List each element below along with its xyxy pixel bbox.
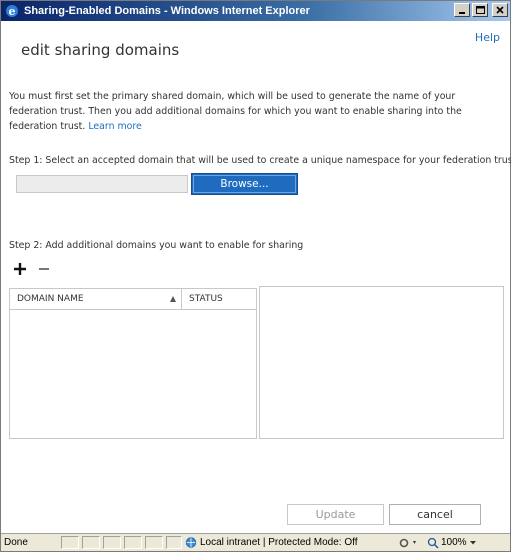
step1-label: Step 1: Select an accepted domain that w…	[9, 155, 511, 166]
gear-icon	[399, 538, 416, 547]
page-content: edit sharing domains Help You must first…	[1, 21, 511, 533]
zoom-icon	[427, 537, 439, 549]
status-bar: Done Local intranet | Protected Mode: Of…	[1, 533, 510, 551]
column-header-status[interactable]: STATUS	[182, 289, 256, 309]
window-title: Sharing-Enabled Domains - Windows Intern…	[24, 5, 310, 17]
maximize-icon[interactable]	[472, 3, 488, 17]
column-label-domain-name: DOMAIN NAME	[17, 294, 84, 304]
list-header: DOMAIN NAME STATUS	[10, 289, 256, 310]
svg-text:e: e	[9, 5, 16, 18]
minimize-icon[interactable]	[454, 3, 470, 17]
plus-icon[interactable]	[12, 261, 28, 277]
update-button[interactable]: Update	[287, 504, 384, 525]
column-header-domain-name[interactable]: DOMAIN NAME	[10, 289, 182, 309]
domain-list[interactable]: DOMAIN NAME STATUS	[9, 288, 257, 439]
security-zone[interactable]: Local intranet | Protected Mode: Off	[185, 536, 395, 549]
status-cell	[103, 536, 121, 549]
status-cell	[82, 536, 100, 549]
window-controls	[454, 3, 508, 17]
intranet-icon	[185, 537, 197, 548]
primary-domain-field[interactable]	[16, 175, 188, 193]
status-cell	[145, 536, 163, 549]
zoom-control[interactable]: 100%	[427, 536, 477, 549]
browse-button[interactable]: Browse...	[191, 173, 298, 195]
zone-text: Local intranet | Protected Mode: Off	[200, 537, 358, 548]
status-cell	[166, 536, 182, 549]
chevron-down-icon	[469, 540, 476, 544]
zoom-level: 100%	[441, 537, 467, 548]
title-bar[interactable]: e Sharing-Enabled Domains - Windows Inte…	[1, 1, 510, 21]
learn-more-link[interactable]: Learn more	[88, 121, 141, 132]
column-label-status: STATUS	[189, 294, 223, 304]
protected-mode-indicator[interactable]	[397, 536, 419, 549]
details-pane	[259, 286, 504, 439]
close-icon[interactable]	[492, 3, 508, 17]
cancel-button[interactable]: cancel	[389, 504, 481, 525]
minus-icon[interactable]	[37, 261, 51, 277]
status-cell	[124, 536, 142, 549]
help-link[interactable]: Help	[475, 31, 500, 44]
sort-ascending-icon	[170, 296, 176, 302]
ie-icon: e	[4, 3, 20, 19]
status-cell	[61, 536, 79, 549]
step2-label: Step 2: Add additional domains you want …	[9, 240, 304, 251]
page-title: edit sharing domains	[21, 41, 180, 59]
status-text: Done	[4, 537, 28, 548]
ie-window: e Sharing-Enabled Domains - Windows Inte…	[0, 0, 511, 552]
intro-description: You must first set the primary shared do…	[9, 91, 462, 132]
intro-text: You must first set the primary shared do…	[9, 89, 503, 134]
